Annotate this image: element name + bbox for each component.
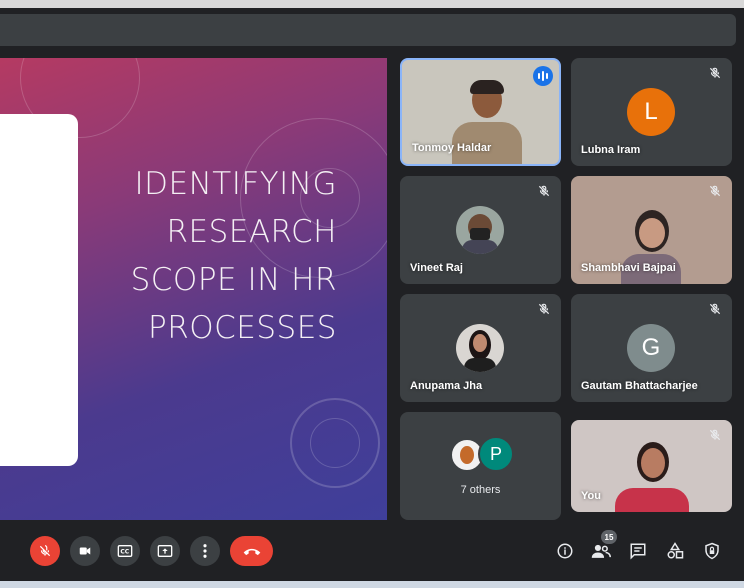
mic-off-icon xyxy=(538,185,550,197)
captions-button[interactable]: CC xyxy=(110,536,140,566)
captions-icon: CC xyxy=(117,545,133,557)
more-options-button[interactable] xyxy=(190,536,220,566)
participant-tile-lubna[interactable]: L Lubna Iram xyxy=(571,58,732,166)
avatar: P xyxy=(478,436,514,472)
activities-button[interactable] xyxy=(664,540,686,562)
mic-off-icon xyxy=(709,429,721,441)
speaking-indicator-icon xyxy=(533,66,553,86)
present-button[interactable] xyxy=(150,536,180,566)
activities-icon xyxy=(667,542,684,559)
camera-icon xyxy=(79,547,91,555)
participant-tile-anupama[interactable]: Anupama Jha xyxy=(400,294,561,402)
end-call-button[interactable] xyxy=(230,536,273,566)
mic-off-icon xyxy=(709,67,721,79)
people-count-badge: 15 xyxy=(601,530,617,544)
end-call-icon xyxy=(243,548,260,556)
participant-tile-others[interactable]: P 7 others xyxy=(400,412,561,520)
participant-tile-self[interactable]: You xyxy=(571,420,732,512)
participant-name: Anupama Jha xyxy=(410,380,483,392)
host-controls-icon xyxy=(705,542,719,560)
avatar xyxy=(456,324,504,372)
os-taskbar xyxy=(0,581,744,588)
slide-title-line: RESEARCH xyxy=(166,214,337,250)
mic-off-icon xyxy=(709,185,721,197)
info-icon xyxy=(557,543,573,559)
presentation-slide: IDENTIFYING RESEARCH SCOPE IN HR PROCESS… xyxy=(0,58,387,520)
slide-title-line: PROCESSES xyxy=(148,310,337,346)
avatar xyxy=(456,206,504,254)
slide-title-line: IDENTIFYING xyxy=(134,166,337,202)
participant-name: Lubna Iram xyxy=(581,144,641,156)
avatar: G xyxy=(627,324,675,372)
slide-title: IDENTIFYING RESEARCH SCOPE IN HR PROCESS… xyxy=(77,160,337,352)
mic-off-icon xyxy=(538,303,550,315)
mic-toggle-button[interactable] xyxy=(30,536,60,566)
participant-tile-vineet[interactable]: Vineet Raj xyxy=(400,176,561,284)
participant-name: Shambhavi Bajpai xyxy=(581,262,676,274)
participant-video xyxy=(615,442,689,512)
slide-white-panel xyxy=(0,114,78,466)
mic-off-icon xyxy=(709,303,721,315)
participant-name: You xyxy=(581,490,601,502)
avatar: L xyxy=(627,88,675,136)
more-icon xyxy=(203,544,207,558)
participant-name: Gautam Bhattacharjee xyxy=(581,380,698,392)
people-icon xyxy=(591,544,611,558)
participant-name: Vineet Raj xyxy=(410,262,463,274)
present-icon xyxy=(157,545,173,557)
browser-top-strip xyxy=(0,0,744,8)
browser-address-bar[interactable] xyxy=(0,14,736,46)
meeting-details-button[interactable] xyxy=(554,540,576,562)
participant-name: Tonmoy Haldar xyxy=(412,142,492,154)
others-count-label: 7 others xyxy=(460,484,501,496)
slide-title-line: SCOPE IN HR xyxy=(130,262,337,298)
meeting-controls: CC xyxy=(0,528,744,574)
participant-tile-gautam[interactable]: G Gautam Bhattacharjee xyxy=(571,294,732,402)
chat-icon xyxy=(630,543,646,560)
participant-tile-tonmoy[interactable]: Tonmoy Haldar xyxy=(400,58,561,166)
participant-tile-shambhavi[interactable]: Shambhavi Bajpai xyxy=(571,176,732,284)
mic-off-icon xyxy=(39,545,51,557)
host-controls-button[interactable] xyxy=(701,540,723,562)
svg-text:CC: CC xyxy=(120,549,129,556)
chat-button[interactable] xyxy=(627,540,649,562)
camera-toggle-button[interactable] xyxy=(70,536,100,566)
